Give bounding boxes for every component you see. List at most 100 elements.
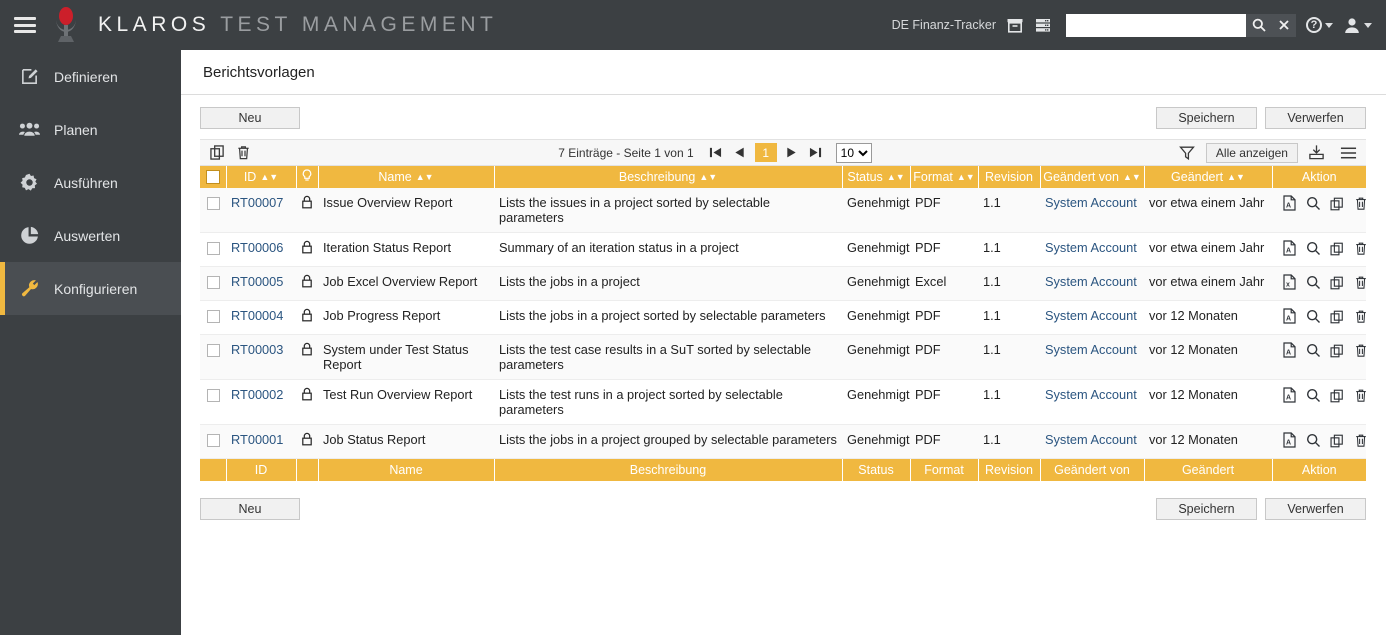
discard-button-top[interactable]: Verwerfen	[1265, 107, 1366, 129]
copy-icon[interactable]	[1325, 310, 1349, 324]
row-modified-by-link[interactable]: System Account	[1045, 308, 1137, 323]
row-checkbox[interactable]	[206, 434, 220, 448]
filter-funnel-icon[interactable]	[1174, 141, 1200, 165]
row-modified-by-link[interactable]: System Account	[1045, 240, 1137, 255]
select-all-checkbox[interactable]	[205, 170, 220, 184]
row-modified-cell: vor 12 Monaten	[1144, 379, 1272, 425]
first-page-icon[interactable]	[704, 141, 728, 165]
column-header-modified[interactable]: Geändert ▲▼	[1144, 166, 1273, 188]
help-menu[interactable]: ?	[1306, 17, 1333, 33]
row-id-link[interactable]: RT00002	[231, 387, 283, 402]
sidebar-item-ausfuehren[interactable]: Ausführen	[0, 156, 181, 209]
magnifier-icon[interactable]	[1301, 241, 1325, 256]
document-preview-icon[interactable]: x	[1277, 274, 1301, 290]
column-header-format[interactable]: Format ▲▼	[910, 166, 979, 188]
magnifier-icon[interactable]	[1301, 433, 1325, 448]
show-all-button[interactable]: Alle anzeigen	[1205, 142, 1298, 163]
column-label: Revision	[985, 170, 1033, 184]
current-page-number[interactable]: 1	[754, 143, 777, 162]
trash-icon[interactable]	[1349, 343, 1373, 358]
row-id-link[interactable]: RT00005	[231, 274, 283, 289]
database-icon[interactable]	[1034, 17, 1052, 34]
column-header-name[interactable]: Name ▲▼	[318, 166, 495, 188]
row-id-link[interactable]: RT00001	[231, 432, 283, 447]
copy-icon[interactable]	[1325, 242, 1349, 256]
trash-icon[interactable]	[1349, 433, 1373, 448]
row-description-cell: Lists the test case results in a SuT sor…	[494, 334, 842, 380]
document-preview-icon[interactable]: A	[1277, 240, 1301, 256]
new-button-bottom[interactable]: Neu	[200, 497, 300, 520]
grid-toolbar: 7 Einträge - Seite 1 von 1 1 10 Alle anz…	[200, 139, 1366, 166]
trash-icon[interactable]	[1349, 275, 1373, 290]
save-button-bottom[interactable]: Speichern	[1156, 497, 1257, 520]
last-page-icon[interactable]	[804, 141, 828, 165]
row-checkbox[interactable]	[206, 310, 220, 324]
row-checkbox[interactable]	[206, 242, 220, 256]
trash-icon[interactable]	[1349, 309, 1373, 324]
column-header-status[interactable]: Status ▲▼	[842, 166, 911, 188]
sidebar-item-konfigurieren[interactable]: Konfigurieren	[0, 262, 181, 315]
row-modified-by-link[interactable]: System Account	[1045, 387, 1137, 402]
trash-icon[interactable]	[1349, 241, 1373, 256]
list-menu-icon[interactable]	[1336, 141, 1362, 165]
magnifier-icon[interactable]	[1301, 343, 1325, 358]
document-preview-icon[interactable]: A	[1277, 342, 1301, 358]
column-header-modified-by[interactable]: Geändert von ▲▼	[1040, 166, 1145, 188]
document-preview-icon[interactable]: A	[1277, 387, 1301, 403]
search-input[interactable]	[1066, 13, 1246, 37]
row-description-cell: Summary of an iteration status in a proj…	[494, 232, 842, 267]
discard-button-bottom[interactable]: Verwerfen	[1265, 497, 1366, 520]
export-download-icon[interactable]	[1304, 141, 1330, 165]
row-checkbox[interactable]	[206, 276, 220, 290]
row-id-link[interactable]: RT00003	[231, 342, 283, 357]
row-modified-by-link[interactable]: System Account	[1045, 342, 1137, 357]
select-all-header[interactable]	[200, 166, 227, 188]
lock-icon	[301, 274, 313, 291]
row-modified-by-link[interactable]: System Account	[1045, 274, 1137, 289]
document-preview-icon[interactable]: A	[1277, 308, 1301, 324]
column-header-revision[interactable]: Revision	[978, 166, 1041, 188]
copy-icon[interactable]	[1325, 344, 1349, 358]
row-checkbox[interactable]	[206, 344, 220, 358]
magnifier-icon[interactable]	[1301, 275, 1325, 290]
save-button-top[interactable]: Speichern	[1156, 107, 1257, 129]
magnifier-icon[interactable]	[1301, 388, 1325, 403]
row-id-link[interactable]: RT00007	[231, 195, 283, 210]
row-format-cell: PDF	[910, 300, 978, 335]
hamburger-icon[interactable]	[14, 17, 36, 33]
row-id-link[interactable]: RT00006	[231, 240, 283, 255]
copy-icon[interactable]	[1325, 276, 1349, 290]
row-id-link[interactable]: RT00004	[231, 308, 283, 323]
brand-primary: KLAROS	[98, 13, 211, 36]
sidebar-item-definieren[interactable]: Definieren	[0, 50, 181, 103]
previous-page-icon[interactable]	[728, 141, 752, 165]
row-checkbox[interactable]	[206, 197, 220, 211]
new-button-top[interactable]: Neu	[200, 107, 300, 129]
search-icon[interactable]	[1246, 13, 1271, 37]
column-header-description[interactable]: Beschreibung ▲▼	[494, 166, 843, 188]
magnifier-icon[interactable]	[1301, 309, 1325, 324]
copy-icon[interactable]	[204, 141, 230, 165]
copy-icon[interactable]	[1325, 389, 1349, 403]
document-preview-icon[interactable]: A	[1277, 432, 1301, 448]
trash-icon[interactable]	[1349, 388, 1373, 403]
copy-icon[interactable]	[1325, 434, 1349, 448]
row-select-cell	[200, 232, 226, 267]
close-icon[interactable]	[1271, 13, 1296, 37]
row-checkbox[interactable]	[206, 389, 220, 403]
row-modified-by-link[interactable]: System Account	[1045, 432, 1137, 447]
archive-box-icon[interactable]	[1006, 17, 1024, 34]
copy-icon[interactable]	[1325, 197, 1349, 211]
user-menu[interactable]	[1343, 17, 1372, 34]
page-size-select[interactable]: 10	[835, 142, 872, 163]
document-preview-icon[interactable]: A	[1277, 195, 1301, 211]
sidebar-item-auswerten[interactable]: Auswerten	[0, 209, 181, 262]
sidebar-item-planen[interactable]: Planen	[0, 103, 181, 156]
column-header-id[interactable]: ID ▲▼	[226, 166, 297, 188]
magnifier-icon[interactable]	[1301, 196, 1325, 211]
next-page-icon[interactable]	[780, 141, 804, 165]
trash-icon[interactable]	[230, 141, 256, 165]
column-header-lock[interactable]	[296, 166, 319, 188]
trash-icon[interactable]	[1349, 196, 1373, 211]
row-modified-by-link[interactable]: System Account	[1045, 195, 1137, 210]
